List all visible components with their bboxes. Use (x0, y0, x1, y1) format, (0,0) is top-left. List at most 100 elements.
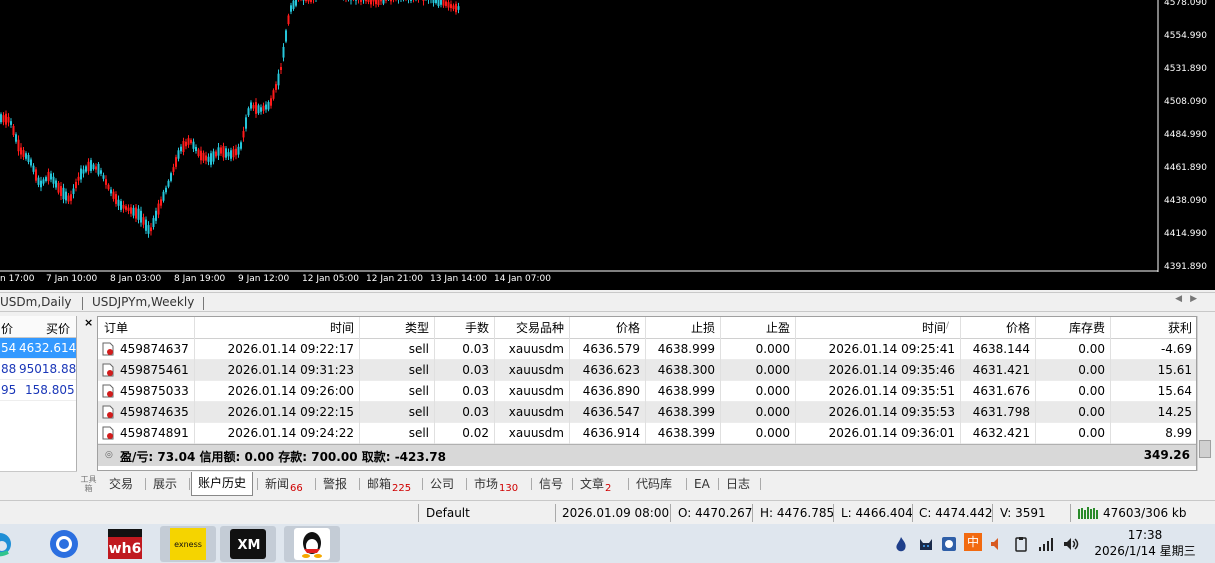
table-row[interactable]: 459874637 2026.01.14 09:22:17 sell 0.03 xauu… (98, 339, 1196, 360)
candle-body (27, 154, 30, 163)
candle-body (182, 140, 185, 153)
scroll-thumb[interactable] (1199, 440, 1211, 458)
cell-close-price: 4631.676 (961, 381, 1036, 402)
tab-news[interactable]: 新闻66 (259, 474, 309, 494)
cell-close-price: 4631.798 (961, 402, 1036, 423)
ask-header[interactable]: 买价 (46, 320, 70, 337)
column-header-order[interactable]: 订单 (98, 317, 195, 339)
cell-lots: 0.03 (435, 339, 495, 360)
price-tick-label: 4438.090 (1164, 196, 1207, 206)
wh6-icon[interactable]: wh6 (98, 526, 154, 562)
table-header: 订单 时间 类型 手数 交易品种 价格 止损 止盈 时间 价格 库存费 获利 / (98, 317, 1196, 339)
tab-divider (572, 478, 573, 490)
market-watch-row[interactable]: 95 158.805 (0, 380, 76, 401)
tab-code-base[interactable]: 代码库 (630, 474, 678, 494)
bid-header[interactable]: 价 (1, 320, 13, 337)
candle-body (150, 227, 152, 232)
column-header-symbol[interactable]: 交易品种 (495, 317, 570, 339)
column-header-profit[interactable]: 获利 (1111, 317, 1196, 339)
tab-articles[interactable]: 文章2 (574, 474, 617, 494)
candle-body (455, 3, 457, 13)
tab-account-history[interactable]: 账户历史 (191, 472, 254, 496)
tab-mailbox[interactable]: 邮箱225 (361, 474, 417, 494)
tab-divider (203, 297, 204, 310)
chart-tabs-scroll-arrows[interactable]: ◀▶ (1175, 294, 1205, 304)
candle-body (217, 147, 220, 156)
candle-body (90, 160, 92, 171)
candle-body (365, 0, 367, 2)
tab-trade[interactable]: 交易 (103, 474, 139, 494)
close-icon[interactable]: × (84, 316, 93, 329)
cell-profit: 14.25 (1111, 402, 1196, 423)
cell-profit: 8.99 (1111, 423, 1196, 444)
candle-body (130, 207, 132, 214)
time-tick-label: 13 Jan 14:00 (430, 274, 487, 284)
candle-body (15, 134, 17, 142)
tab-alerts[interactable]: 警报 (317, 474, 353, 494)
candle-body (255, 102, 257, 114)
column-header-close-price[interactable]: 价格 (961, 317, 1036, 339)
candle-body (147, 225, 150, 234)
chart-tab-usdjpym-weekly[interactable]: USDJPYm,Weekly (92, 295, 194, 309)
table-row[interactable]: 459875461 2026.01.14 09:31:23 sell 0.03 xauu… (98, 360, 1196, 381)
candle-body (237, 146, 240, 155)
exness-icon[interactable]: exness (160, 526, 216, 562)
candle-body (177, 150, 180, 159)
summary-toggle-icon[interactable]: ◎ (105, 450, 113, 460)
column-header-take-profit[interactable]: 止盈 (721, 317, 796, 339)
browser-icon[interactable] (36, 526, 92, 562)
price-chart[interactable]: 4578.090 4554.990 4531.890 4508.090 4484.990… (0, 0, 1215, 290)
xm-icon[interactable]: XM (220, 526, 276, 562)
cell-type: sell (360, 381, 435, 402)
column-header-lots[interactable]: 手数 (435, 317, 495, 339)
candle-body (5, 113, 7, 125)
edge-icon[interactable] (0, 526, 28, 562)
market-watch-row[interactable]: 88 95018.88 (0, 359, 76, 380)
candle-body (142, 217, 145, 225)
candle-body (247, 108, 250, 116)
candle-body (380, 0, 382, 2)
taskbar-clock[interactable]: 17:38 2026/1/14 星期三 (1090, 527, 1200, 559)
column-header-open-time[interactable]: 时间 (195, 317, 360, 339)
flame-tray-icon[interactable] (894, 536, 908, 556)
column-header-open-price[interactable]: 价格 (570, 317, 646, 339)
table-row[interactable]: 459874635 2026.01.14 09:22:15 sell 0.03 xauu… (98, 402, 1196, 423)
ime-indicator[interactable]: 中 (964, 533, 982, 551)
speaker-muted-icon[interactable] (989, 536, 1005, 556)
tab-experts[interactable]: EA (688, 474, 716, 494)
cell-close-time: 2026.01.14 09:35:51 (796, 381, 961, 402)
column-header-close-time[interactable]: 时间 (796, 317, 961, 339)
tab-signals[interactable]: 信号 (533, 474, 569, 494)
tab-company[interactable]: 公司 (424, 474, 460, 494)
candle-body (170, 173, 172, 181)
column-header-stop-loss[interactable]: 止损 (646, 317, 721, 339)
cell-open-time: 2026.01.14 09:26:00 (195, 381, 360, 402)
candle-body (445, 1, 447, 6)
clipboard-icon[interactable] (1014, 536, 1028, 556)
table-row[interactable]: 459874891 2026.01.14 09:24:22 sell 0.02 xauu… (98, 423, 1196, 444)
candle-body (435, 0, 437, 4)
app-tray-icon[interactable] (941, 536, 957, 556)
cell-symbol: xauusdm (495, 360, 570, 381)
volume-icon[interactable] (1062, 536, 1080, 556)
cell-profit: 15.61 (1111, 360, 1196, 381)
market-watch-scrollbar[interactable] (0, 471, 77, 496)
network-signal-icon[interactable] (1038, 536, 1054, 556)
candle-body (175, 157, 177, 167)
tab-journal[interactable]: 日志 (720, 474, 756, 494)
candle-body (35, 169, 37, 181)
column-header-swap[interactable]: 库存费 (1036, 317, 1111, 339)
cat-tray-icon[interactable] (918, 536, 934, 556)
table-row[interactable]: 459875033 2026.01.14 09:26:00 sell 0.03 xauu… (98, 381, 1196, 402)
price-tick-label: 4508.090 (1164, 97, 1207, 107)
profile-name[interactable]: Default (426, 506, 470, 520)
tab-market[interactable]: 市场130 (468, 474, 524, 494)
cell-order: 459875461 (98, 360, 195, 381)
candle-body (127, 207, 130, 211)
column-header-type[interactable]: 类型 (360, 317, 435, 339)
chart-tab-usdm-daily[interactable]: USDm,Daily (0, 295, 72, 309)
qq-icon[interactable] (284, 526, 340, 562)
vertical-scrollbar[interactable] (1197, 316, 1212, 471)
tab-exposure[interactable]: 展示 (147, 474, 183, 494)
market-watch-row[interactable]: 54 4632.614 (0, 338, 76, 359)
